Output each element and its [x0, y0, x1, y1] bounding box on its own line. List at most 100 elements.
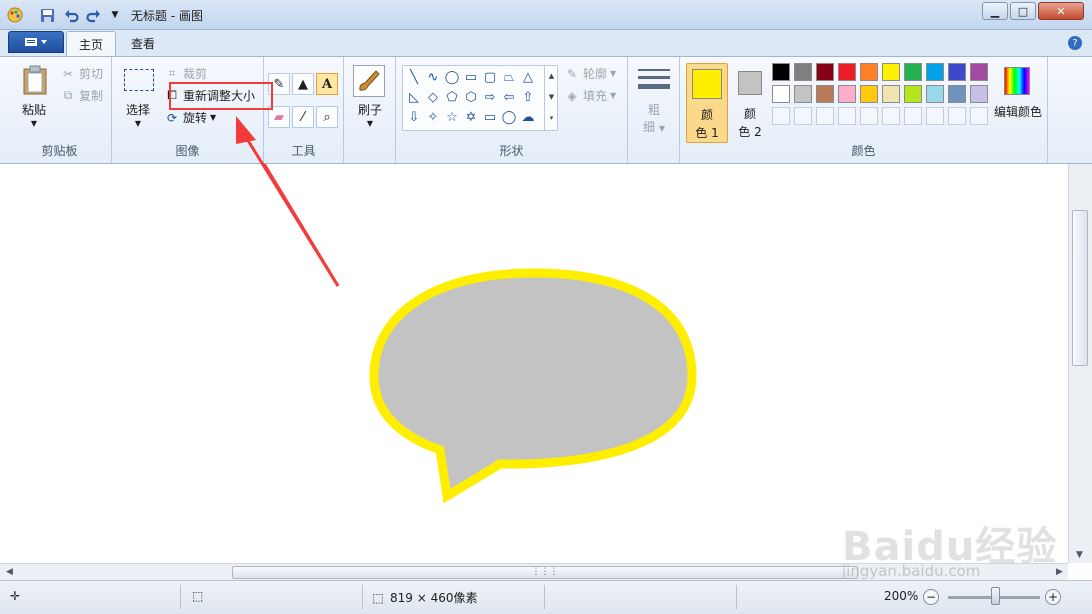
palette-swatch[interactable] [970, 63, 988, 81]
tab-home[interactable]: 主页 [66, 31, 117, 56]
color-1-button[interactable]: 颜 色 1 [686, 63, 728, 143]
outline-dropdown-icon[interactable]: ▼ [610, 69, 616, 78]
down-arrow-shape-icon[interactable]: ⇩ [405, 108, 423, 126]
drawing-canvas[interactable] [0, 116, 1068, 563]
palette-swatch[interactable] [794, 85, 812, 103]
vertical-scroll-thumb[interactable] [1072, 210, 1088, 366]
fill-button[interactable]: ◈ 填充 ▼ [564, 87, 616, 104]
fill-dropdown-icon[interactable]: ▼ [610, 91, 616, 100]
paste-button[interactable]: 粘贴 ▼ [14, 61, 54, 135]
oval-shape-icon[interactable]: ◯ [443, 68, 461, 86]
diamond-shape-icon[interactable]: ◇ [424, 88, 442, 106]
zoom-slider-thumb[interactable] [991, 587, 1000, 605]
palette-swatch[interactable] [816, 63, 834, 81]
palette-swatch[interactable] [948, 63, 966, 81]
pencil-icon[interactable]: ✎ [268, 73, 290, 95]
custom-color-slot[interactable] [860, 107, 878, 125]
six-point-star-shape-icon[interactable]: ✡ [462, 108, 480, 126]
size-button[interactable]: 粗 细 ▼ [634, 63, 674, 143]
paint-app-icon[interactable] [6, 6, 24, 24]
resize-button[interactable]: ⧠ 重新调整大小 [164, 87, 255, 104]
color-picker-icon[interactable]: ⁄ [292, 106, 314, 128]
crop-button[interactable]: ⌗ 裁剪 [164, 65, 207, 82]
up-arrow-shape-icon[interactable]: ⇧ [519, 88, 537, 106]
scroll-down-icon[interactable]: ▼ [1076, 550, 1083, 560]
text-tool-icon[interactable]: A [316, 73, 338, 95]
help-icon[interactable]: ? [1068, 36, 1082, 50]
custom-color-slot[interactable] [838, 107, 856, 125]
rounded-callout-shape-icon[interactable]: ▭ [481, 108, 499, 126]
oval-callout-shape-icon[interactable]: ◯ [500, 108, 518, 126]
save-icon[interactable] [38, 6, 56, 24]
palette-swatch[interactable] [816, 85, 834, 103]
paste-dropdown-icon[interactable]: ▼ [14, 119, 54, 128]
tab-view[interactable]: 查看 [119, 31, 167, 56]
palette-swatch[interactable] [970, 85, 988, 103]
custom-color-slot[interactable] [926, 107, 944, 125]
custom-color-slot[interactable] [904, 107, 922, 125]
palette-swatch[interactable] [838, 85, 856, 103]
five-point-star-shape-icon[interactable]: ☆ [443, 108, 461, 126]
hexagon-shape-icon[interactable]: ⬡ [462, 88, 480, 106]
size-dropdown-icon[interactable]: ▼ [659, 124, 665, 133]
custom-color-slot[interactable] [970, 107, 988, 125]
palette-swatch[interactable] [948, 85, 966, 103]
edit-colors-button[interactable]: 编辑颜色 [990, 63, 1046, 143]
palette-swatch[interactable] [904, 85, 922, 103]
pentagon-shape-icon[interactable]: ⬠ [443, 88, 461, 106]
eraser-icon[interactable]: ▰ [268, 106, 290, 128]
minimize-button[interactable]: ▁ [982, 2, 1008, 20]
horizontal-scroll-thumb[interactable]: ⋮⋮⋮ [232, 566, 858, 579]
zoom-in-button[interactable]: + [1045, 589, 1061, 605]
redo-icon[interactable] [84, 6, 102, 24]
palette-swatch[interactable] [860, 85, 878, 103]
custom-color-slot[interactable] [948, 107, 966, 125]
zoom-out-button[interactable]: − [923, 589, 939, 605]
palette-swatch[interactable] [838, 63, 856, 81]
palette-swatch[interactable] [882, 85, 900, 103]
brushes-dropdown-icon[interactable]: ▼ [350, 119, 390, 128]
brushes-button[interactable]: 刷子 ▼ [350, 63, 390, 143]
custom-color-slot[interactable] [816, 107, 834, 125]
file-menu-button[interactable] [8, 31, 64, 53]
maximize-button[interactable]: □ [1010, 2, 1036, 20]
palette-swatch[interactable] [860, 63, 878, 81]
four-point-star-shape-icon[interactable]: ✧ [424, 108, 442, 126]
left-arrow-shape-icon[interactable]: ⇦ [500, 88, 518, 106]
curve-shape-icon[interactable]: ∿ [424, 68, 442, 86]
outline-button[interactable]: ✎ 轮廓 ▼ [564, 65, 616, 82]
magnifier-icon[interactable]: ⌕ [316, 106, 338, 128]
palette-swatch[interactable] [772, 85, 790, 103]
right-triangle-shape-icon[interactable]: ◺ [405, 88, 423, 106]
undo-icon[interactable] [62, 6, 80, 24]
custom-color-slot[interactable] [882, 107, 900, 125]
select-dropdown-icon[interactable]: ▼ [118, 119, 158, 128]
select-button[interactable]: 选择 ▼ [118, 63, 158, 135]
custom-color-slot[interactable] [794, 107, 812, 125]
palette-swatch[interactable] [772, 63, 790, 81]
palette-swatch[interactable] [882, 63, 900, 81]
fill-bucket-icon[interactable]: ▲ [292, 73, 314, 95]
customize-toolbar-icon[interactable]: ▼ [106, 6, 124, 24]
polygon-shape-icon[interactable]: ⏢ [500, 68, 518, 86]
close-button[interactable]: ✕ [1038, 2, 1084, 20]
shapes-gallery[interactable]: ╲ ∿ ◯ ▭ ▢ ⏢ △ ◺ ◇ ⬠ ⬡ ⇨ ⇦ ⇧ ⇩ ✧ ☆ ✡ ▭ ◯ … [402, 65, 558, 131]
rotate-button[interactable]: ⟳ 旋转 ▼ [164, 109, 216, 126]
cut-button[interactable]: ✂ 剪切 [60, 65, 103, 82]
triangle-shape-icon[interactable]: △ [519, 68, 537, 86]
rounded-rectangle-shape-icon[interactable]: ▢ [481, 68, 499, 86]
rectangle-shape-icon[interactable]: ▭ [462, 68, 480, 86]
palette-swatch[interactable] [794, 63, 812, 81]
vertical-scrollbar[interactable]: ▼ [1068, 164, 1092, 563]
right-arrow-shape-icon[interactable]: ⇨ [481, 88, 499, 106]
rotate-dropdown-icon[interactable]: ▼ [210, 113, 216, 122]
custom-color-slot[interactable] [772, 107, 790, 125]
shapes-scroll[interactable]: ▲ ▼ ▾ [544, 66, 558, 130]
color-2-button[interactable]: 颜 色 2 [730, 63, 770, 143]
palette-swatch[interactable] [904, 63, 922, 81]
copy-button[interactable]: ⧉ 复制 [60, 87, 103, 104]
line-shape-icon[interactable]: ╲ [405, 68, 423, 86]
cloud-callout-shape-icon[interactable]: ☁ [519, 108, 537, 126]
palette-swatch[interactable] [926, 63, 944, 81]
palette-swatch[interactable] [926, 85, 944, 103]
